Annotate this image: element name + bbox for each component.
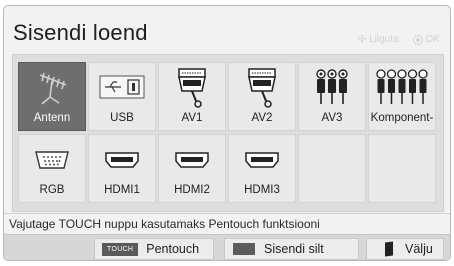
input-grid: Antenn USB AV1 AV2 AV3 Komponent- RGB HD… (12, 54, 444, 212)
hdmi-icon (245, 152, 279, 168)
hdmi-icon (175, 152, 209, 168)
input-tile-hdmi3[interactable]: HDMI3 (228, 134, 296, 203)
input-label: AV1 (181, 112, 203, 124)
input-tile-hdmi2[interactable]: HDMI2 (158, 134, 226, 203)
bottom-bar: TOUCH Pentouch Sisendi silt Välju (4, 234, 450, 260)
input-tile-empty (368, 134, 436, 203)
pentouch-label: Pentouch (146, 242, 200, 256)
touch-key-icon: TOUCH (102, 242, 139, 256)
input-label-button[interactable]: Sisendi silt (224, 238, 359, 260)
input-tile-av2[interactable]: AV2 (228, 62, 296, 131)
input-tile-komponent[interactable]: Komponent- (368, 62, 436, 131)
input-label: AV3 (321, 112, 343, 124)
dialog-title: Sisendi loend (13, 20, 148, 45)
usb-icon (99, 75, 145, 99)
antenna-icon (39, 72, 67, 105)
pentouch-button[interactable]: TOUCH Pentouch (94, 238, 214, 260)
gray-key-icon (233, 243, 255, 255)
input-label: Komponent- (370, 112, 434, 124)
input-label: HDMI2 (174, 184, 210, 196)
navigation-hint: ✣ Liiguta OK (358, 34, 440, 45)
input-label-button-label: Sisendi silt (264, 242, 324, 256)
input-tile-antenn[interactable]: Antenn (18, 62, 86, 131)
input-label: USB (110, 112, 134, 124)
scart-icon (178, 68, 206, 108)
input-tile-av1[interactable]: AV1 (158, 62, 226, 131)
exit-icon (385, 241, 393, 257)
input-label: Antenn (33, 112, 71, 124)
input-label: AV2 (251, 112, 273, 124)
vga-icon (35, 151, 69, 169)
exit-button[interactable]: Välju (366, 238, 444, 260)
hdmi-icon (105, 152, 139, 168)
rca-component-icon (376, 69, 428, 104)
move-arrows-icon: ✣ (357, 34, 367, 45)
input-tile-hdmi1[interactable]: HDMI1 (88, 134, 156, 203)
move-hint-label: Liiguta (369, 34, 399, 45)
input-tile-av3[interactable]: AV3 (298, 62, 366, 131)
input-label: HDMI3 (244, 184, 280, 196)
rca-av-icon (316, 69, 348, 104)
input-tile-empty (298, 134, 366, 203)
input-list-dialog: Sisendi loend ✣ Liiguta OK Antenn USB AV… (3, 5, 451, 261)
ok-hint-label: OK (425, 34, 440, 45)
ok-button-icon (412, 34, 423, 45)
exit-label: Välju (405, 242, 433, 256)
status-message: Vajutage TOUCH nuppu kasutamaks Pentouch… (4, 213, 450, 234)
input-label: HDMI1 (104, 184, 140, 196)
scart-icon (248, 68, 276, 108)
input-label: RGB (39, 184, 65, 196)
input-tile-rgb[interactable]: RGB (18, 134, 86, 203)
input-tile-usb[interactable]: USB (88, 62, 156, 131)
